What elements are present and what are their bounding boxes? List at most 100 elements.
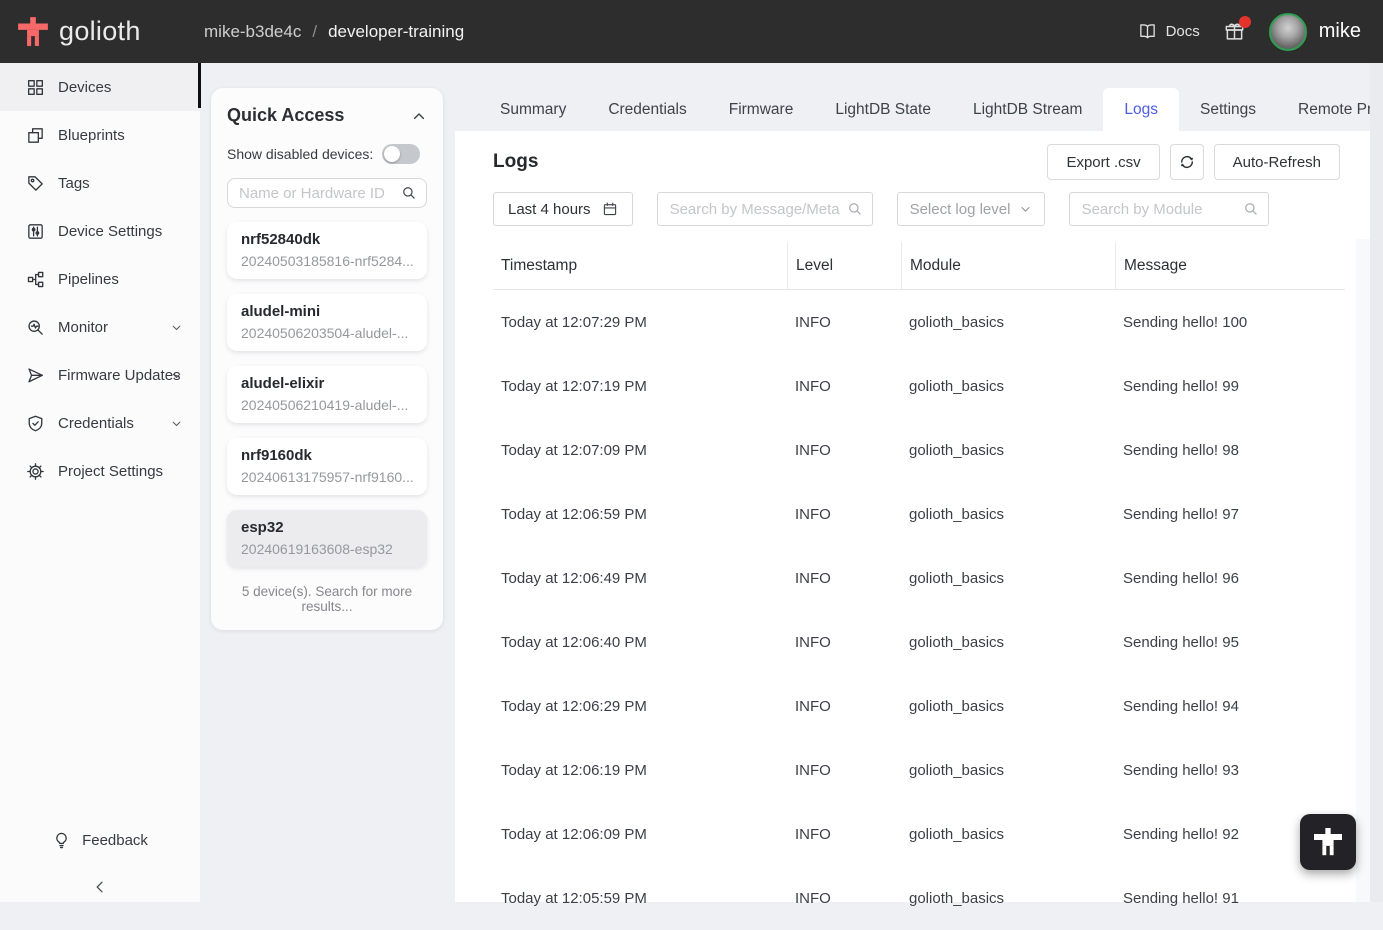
chevron-up-icon[interactable]	[411, 108, 427, 124]
table-scrollbar[interactable]	[1356, 239, 1370, 902]
sidebar-item-label: Pipelines	[58, 270, 119, 288]
search-icon	[403, 187, 415, 199]
show-disabled-label: Show disabled devices:	[227, 146, 374, 162]
tab-logs[interactable]: Logs	[1103, 88, 1180, 131]
tab-remote-procedure-call[interactable]: Remote Procedure Call	[1277, 88, 1383, 131]
device-card[interactable]: nrf9160dk 20240613175957-nrf9160...	[227, 438, 427, 495]
log-row[interactable]: Today at 12:07:29 PM INFO golioth_basics…	[493, 290, 1345, 354]
monitor-icon	[28, 319, 43, 335]
time-range-label: Last 4 hours	[508, 200, 591, 218]
log-message: Sending hello! 100	[1123, 313, 1248, 331]
device-card[interactable]: esp32 20240619163608-esp32	[227, 510, 427, 567]
docs-link[interactable]: Docs	[1138, 22, 1200, 41]
log-message: Sending hello! 93	[1123, 761, 1239, 779]
logs-table-body: Today at 12:07:29 PM INFO golioth_basics…	[493, 290, 1345, 930]
sidebar-scrollbar-thumb[interactable]	[198, 63, 201, 108]
breadcrumb-project[interactable]: mike-b3de4c	[204, 22, 301, 42]
logs-title: Logs	[493, 151, 539, 172]
golioth-logo[interactable]: golioth	[16, 15, 141, 49]
log-row[interactable]: Today at 12:06:40 PM INFO golioth_basics…	[493, 610, 1345, 674]
sidebar-item-label: Device Settings	[58, 222, 163, 240]
log-message: Sending hello! 98	[1123, 441, 1239, 459]
breadcrumb: mike-b3de4c / developer-training	[204, 0, 464, 63]
feedback-button[interactable]: Feedback	[0, 831, 200, 850]
refresh-button[interactable]	[1169, 144, 1204, 180]
column-header-timestamp[interactable]: Timestamp	[493, 242, 787, 289]
chevron-down-icon	[1020, 206, 1030, 212]
page-scrollbar[interactable]	[1370, 63, 1383, 902]
log-filters: Last 4 hours Select log level	[493, 192, 1370, 226]
log-message: Sending hello! 95	[1123, 633, 1239, 651]
log-row[interactable]: Today at 12:06:59 PM INFO golioth_basics…	[493, 482, 1345, 546]
chevron-down-icon	[172, 421, 181, 426]
tab-credentials[interactable]: Credentials	[587, 88, 707, 131]
log-timestamp: Today at 12:07:09 PM	[501, 441, 647, 459]
export-csv-button[interactable]: Export .csv	[1047, 144, 1160, 180]
collapse-sidebar-button[interactable]	[0, 879, 200, 895]
device-card[interactable]: nrf52840dk 20240503185816-nrf5284...	[227, 222, 427, 279]
golioth-figure-icon	[1314, 828, 1342, 856]
log-timestamp: Today at 12:06:19 PM	[501, 761, 647, 779]
search-icon	[1244, 203, 1257, 215]
log-row[interactable]: Today at 12:07:19 PM INFO golioth_basics…	[493, 354, 1345, 418]
log-timestamp: Today at 12:07:19 PM	[501, 377, 647, 395]
tab-lightdb-stream[interactable]: LightDB Stream	[952, 88, 1103, 131]
log-level-select[interactable]: Select log level	[896, 192, 1045, 226]
sidebar-item-devices[interactable]: Devices	[0, 63, 200, 111]
log-row[interactable]: Today at 12:07:09 PM INFO golioth_basics…	[493, 418, 1345, 482]
sidebar-item-blueprints[interactable]: Blueprints	[0, 111, 200, 159]
avatar	[1268, 12, 1307, 51]
user-menu[interactable]: mike	[1268, 12, 1361, 51]
sidebar-item-project-settings[interactable]: Project Settings	[0, 447, 200, 495]
sidebar-item-monitor[interactable]: Monitor	[0, 303, 200, 351]
tab-firmware[interactable]: Firmware	[708, 88, 815, 131]
device-card[interactable]: aludel-elixir 20240506210419-aludel-...	[227, 366, 427, 423]
sidebar-item-tags[interactable]: Tags	[0, 159, 200, 207]
breadcrumb-device[interactable]: developer-training	[328, 22, 464, 42]
device-hardware-id: 20240503185816-nrf5284...	[241, 253, 413, 269]
log-timestamp: Today at 12:06:09 PM	[501, 825, 647, 843]
log-module: golioth_basics	[909, 633, 1005, 651]
log-module: golioth_basics	[909, 697, 1005, 715]
message-search-input[interactable]	[656, 192, 873, 226]
column-header-level[interactable]: Level	[787, 242, 901, 289]
log-module: golioth_basics	[909, 889, 1005, 907]
calendar-icon	[603, 202, 616, 216]
tag-icon	[28, 175, 43, 191]
column-header-module[interactable]: Module	[901, 242, 1115, 289]
show-disabled-toggle[interactable]	[382, 144, 421, 164]
log-row[interactable]: Today at 12:06:29 PM INFO golioth_basics…	[493, 674, 1345, 738]
logs-table-header: Timestamp Level Module Message	[493, 242, 1345, 290]
module-search-input[interactable]	[1068, 192, 1269, 226]
log-level: INFO	[795, 761, 831, 779]
device-search-input[interactable]	[227, 178, 427, 208]
sidebar-item-device-settings[interactable]: Device Settings	[0, 207, 200, 255]
device-card[interactable]: aludel-mini 20240506203504-aludel-...	[227, 294, 427, 351]
log-row[interactable]: Today at 12:06:19 PM INFO golioth_basics…	[493, 738, 1345, 802]
log-row[interactable]: Today at 12:06:49 PM INFO golioth_basics…	[493, 546, 1345, 610]
auto-refresh-button[interactable]: Auto-Refresh	[1213, 144, 1340, 180]
golioth-figure-icon	[18, 16, 48, 46]
accessibility-widget-button[interactable]	[1300, 814, 1356, 870]
sliders-icon	[28, 223, 43, 239]
log-level: INFO	[795, 505, 831, 523]
sidebar-item-credentials[interactable]: Credentials	[0, 399, 200, 447]
tab-lightdb-state[interactable]: LightDB State	[814, 88, 952, 131]
grid-icon	[27, 79, 44, 95]
log-module: golioth_basics	[909, 761, 1005, 779]
sidebar: Devices Blueprints Tags Device Settings …	[0, 63, 200, 902]
device-name: nrf52840dk	[241, 231, 321, 248]
tab-settings[interactable]: Settings	[1179, 88, 1277, 131]
log-row[interactable]: Today at 12:05:59 PM INFO golioth_basics…	[493, 866, 1345, 930]
log-message: Sending hello! 94	[1123, 697, 1239, 715]
brand-text: golioth	[59, 16, 141, 46]
log-row[interactable]: Today at 12:06:09 PM INFO golioth_basics…	[493, 802, 1345, 866]
tab-summary[interactable]: Summary	[479, 88, 587, 131]
sidebar-item-firmware-updates[interactable]: Firmware Updates	[0, 351, 200, 399]
sidebar-item-pipelines[interactable]: Pipelines	[0, 255, 200, 303]
gift-button[interactable]	[1224, 16, 1251, 42]
time-range-button[interactable]: Last 4 hours	[493, 192, 633, 226]
pipelines-icon	[27, 271, 44, 287]
log-level: INFO	[795, 441, 831, 459]
column-header-message[interactable]: Message	[1115, 242, 1345, 289]
